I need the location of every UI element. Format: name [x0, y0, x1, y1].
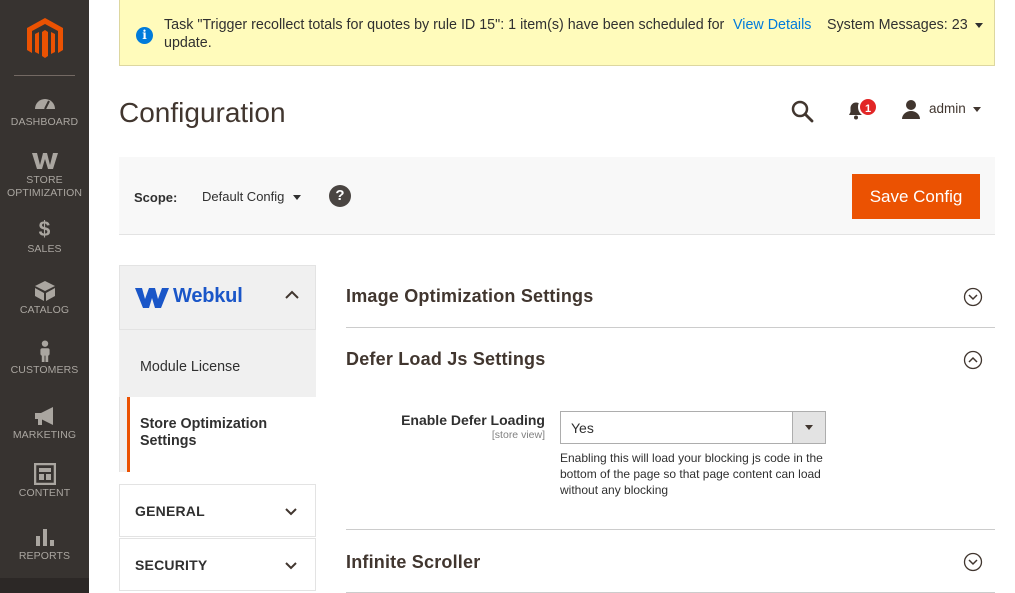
- nav-store-optimization-label: STORE OPTIMIZATION: [6, 174, 83, 199]
- tab-store-optimization-settings[interactable]: Store Optimization Settings: [127, 397, 316, 472]
- chevron-down-icon[interactable]: [973, 107, 981, 112]
- megaphone-icon: [34, 407, 53, 425]
- chevron-down-icon[interactable]: [293, 195, 301, 200]
- view-details-link[interactable]: View Details: [733, 16, 811, 34]
- caret-down-icon: [805, 425, 813, 430]
- tab-group-security[interactable]: SECURITY: [119, 538, 316, 591]
- nav-sales-label: SALES: [27, 243, 62, 255]
- nav-dashboard[interactable]: DASHBOARD: [0, 92, 89, 129]
- chevron-down-icon[interactable]: [283, 559, 299, 571]
- scope-label: Scope:: [134, 190, 178, 205]
- section-title: Image Optimization Settings: [346, 286, 594, 306]
- nav-reports-label: REPORTS: [18, 550, 71, 562]
- system-messages-toggle[interactable]: System Messages: 23: [827, 16, 968, 34]
- tab-group-general-label: GENERAL: [135, 503, 205, 519]
- section-infinite-scroller[interactable]: Infinite Scroller: [346, 530, 995, 593]
- tab-group-general[interactable]: GENERAL: [119, 484, 316, 537]
- scope-toolbar: Scope: Default Config ? Save Config: [119, 157, 995, 235]
- info-icon: i: [136, 27, 153, 44]
- nav-reports[interactable]: REPORTS: [0, 526, 89, 563]
- magento-logo-icon[interactable]: [25, 16, 65, 60]
- admin-sidebar: DASHBOARD STORE OPTIMIZATION $ SALES CAT…: [0, 0, 89, 593]
- layout-icon: [33, 463, 56, 485]
- nav-customers-label: CUSTOMERS: [10, 364, 79, 376]
- section-image-optimization[interactable]: Image Optimization Settings: [346, 265, 995, 328]
- nav-catalog[interactable]: CATALOG: [0, 280, 89, 317]
- system-notice-bar: i Task "Trigger recollect totals for quo…: [119, 0, 995, 66]
- save-config-button[interactable]: Save Config: [852, 174, 980, 219]
- notification-count-badge[interactable]: 1: [858, 97, 878, 117]
- nav-marketing-label: MARKETING: [12, 429, 77, 441]
- section-title: Infinite Scroller: [346, 552, 481, 572]
- sidebar-next-item: [0, 578, 89, 593]
- chevron-circle-up-icon[interactable]: [963, 350, 983, 370]
- select-toggle[interactable]: [792, 412, 825, 443]
- select-value: Yes: [571, 420, 594, 436]
- nav-sales[interactable]: $ SALES: [0, 219, 89, 256]
- field-scope-hint: [store view]: [491, 429, 545, 441]
- chevron-circle-down-icon[interactable]: [963, 552, 983, 572]
- page-title: Configuration: [119, 97, 286, 128]
- tab-store-optimization-settings-label: Store Optimization Settings: [140, 416, 268, 449]
- tab-module-license-label: Module License: [140, 359, 241, 375]
- nav-customers[interactable]: CUSTOMERS: [0, 340, 89, 377]
- tab-group-webkul[interactable]: Webkul: [119, 265, 316, 329]
- enable-defer-loading-select[interactable]: Yes: [560, 411, 826, 444]
- chevron-circle-down-icon[interactable]: [963, 287, 983, 307]
- field-comment: Enabling this will load your blocking js…: [560, 451, 823, 497]
- person-icon: [39, 340, 50, 362]
- tab-group-security-label: SECURITY: [135, 557, 208, 573]
- nav-dashboard-label: DASHBOARD: [10, 116, 79, 128]
- nav-catalog-label: CATALOG: [19, 304, 70, 316]
- search-icon[interactable]: [790, 99, 814, 123]
- box-icon: [34, 281, 55, 301]
- nav-store-optimization[interactable]: STORE OPTIMIZATION: [0, 150, 89, 200]
- help-icon[interactable]: ?: [329, 185, 351, 207]
- webkul-brand-label: Webkul: [173, 285, 243, 307]
- user-icon[interactable]: [900, 98, 922, 120]
- webkul-logo-icon: [135, 288, 169, 308]
- tab-module-license[interactable]: Module License: [119, 329, 316, 397]
- sidebar-divider: [14, 75, 75, 76]
- bar-chart-icon: [35, 529, 54, 546]
- nav-marketing[interactable]: MARKETING: [0, 405, 89, 442]
- enable-defer-loading-label: Enable Defer Loading: [401, 412, 545, 428]
- nav-content-label: CONTENT: [18, 487, 71, 499]
- dollar-icon: $: [38, 218, 51, 241]
- webkul-w-icon: [31, 153, 58, 169]
- dashboard-icon: [34, 99, 55, 110]
- scope-switcher[interactable]: Default Config: [202, 189, 284, 204]
- section-title: Defer Load Js Settings: [346, 349, 546, 369]
- user-menu[interactable]: admin: [929, 101, 966, 116]
- chevron-up-icon[interactable]: [283, 288, 301, 302]
- notice-message: Task "Trigger recollect totals for quote…: [164, 17, 725, 51]
- chevron-down-icon[interactable]: [975, 23, 983, 28]
- nav-content[interactable]: CONTENT: [0, 463, 89, 500]
- chevron-down-icon[interactable]: [283, 505, 299, 517]
